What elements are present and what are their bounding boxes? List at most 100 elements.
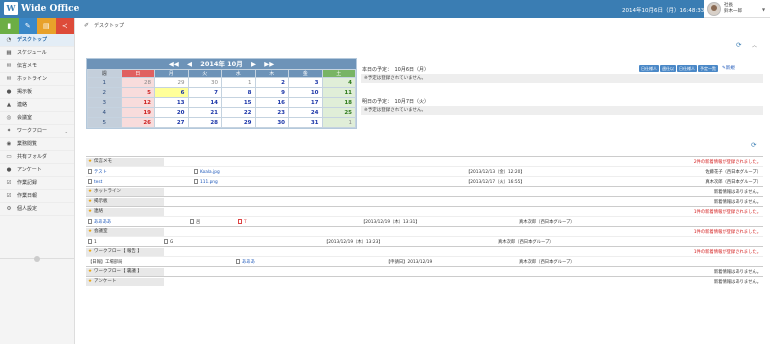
calendar-day[interactable]: 2 (254, 77, 289, 88)
sidebar-item-9[interactable]: ◉ 業務閲覧 (0, 138, 74, 151)
section-tag[interactable]: ★ 掲示板 (86, 198, 164, 206)
attachment-link[interactable]: G (164, 239, 173, 245)
calendar-day[interactable]: 11 (321, 87, 356, 98)
calendar-day[interactable]: 24 (288, 107, 323, 118)
item-title: 【日報】工場部局 (88, 260, 123, 265)
calendar-day[interactable]: 16 (254, 97, 289, 108)
chevron-up-icon[interactable]: ︿ (752, 42, 757, 49)
sidebar-item-3[interactable]: ✉ 伝言メモ (0, 60, 74, 73)
week-number[interactable]: 2 (87, 87, 122, 98)
new-label: 新規 (725, 66, 735, 71)
calendar-day[interactable]: 27 (154, 117, 189, 128)
calendar-day[interactable]: 22 (221, 107, 256, 118)
sidebar-collapse-bar[interactable] (0, 256, 75, 264)
attachment-link[interactable]: T (238, 219, 247, 225)
section-tag[interactable]: ★ ワークフロー【 報告 】 (86, 248, 164, 256)
day-view-button[interactable]: 日仕様人 (639, 65, 659, 72)
calendar-day[interactable]: 29 (221, 117, 256, 128)
section-tag[interactable]: ★ ワークフロー【 裏議 】 (86, 268, 164, 276)
calendar-day[interactable]: 28 (120, 77, 155, 88)
sidebar-item-6[interactable]: ▲ 連絡 (0, 99, 74, 112)
calendar-day[interactable]: 26 (120, 117, 155, 128)
calendar-day[interactable]: 28 (187, 117, 222, 128)
calendar-day[interactable]: 17 (288, 97, 323, 108)
sidebar-item-11[interactable]: ● アンケート (0, 164, 74, 177)
calendar-day[interactable]: 5 (120, 87, 155, 98)
sidebar-item-5[interactable]: ● 掲示板 (0, 86, 74, 99)
calendar-day[interactable]: 20 (154, 107, 189, 118)
prev-year-button[interactable]: ◀◀ (169, 60, 179, 68)
calendar-day[interactable]: 14 (187, 97, 222, 108)
app-logo[interactable]: W Wide Office (4, 2, 79, 15)
calendar-day[interactable]: 15 (221, 97, 256, 108)
calendar-day[interactable]: 1 (221, 77, 256, 88)
item-title-link[interactable]: ああああ (88, 219, 111, 225)
week-view-button[interactable]: 週仕以 (660, 65, 676, 72)
refresh-icon[interactable]: ⟳ (751, 141, 756, 149)
sidebar-item-4[interactable]: ✉ ホットライン (0, 73, 74, 86)
news-section: ★ ワークフロー【 報告 】 1件の新着情報が登録されました。 (86, 246, 763, 256)
schedule-list-button[interactable]: 予定一覧 (698, 65, 718, 72)
calendar-day[interactable]: 31 (288, 117, 323, 128)
item-title-link[interactable]: テスト (88, 169, 107, 175)
calendar-day[interactable]: 10 (288, 87, 323, 98)
user-menu[interactable]: 社長 鈴木一郎 ▼ (704, 0, 770, 18)
section-tag[interactable]: ★ 連絡 (86, 208, 164, 216)
attachment-link[interactable]: Koala.jpg (194, 169, 220, 175)
next-year-button[interactable]: ▶▶ (264, 60, 274, 68)
section-tag[interactable]: ★ 伝言メモ (86, 158, 164, 166)
calendar-day[interactable]: 9 (254, 87, 289, 98)
pencil-icon[interactable]: ✎ (18, 18, 37, 34)
section-tag[interactable]: ★ ホットライン (86, 188, 164, 196)
calendar-day[interactable]: 12 (120, 97, 155, 108)
calendar-day[interactable]: 30 (254, 117, 289, 128)
week-number[interactable]: 3 (87, 97, 122, 108)
week-number[interactable]: 4 (87, 107, 122, 118)
calendar-day[interactable]: 30 (187, 77, 222, 88)
sidebar-item-8[interactable]: ✦ ワークフロー ⌄ (0, 125, 74, 138)
sidebar-item-1[interactable]: ◔ デスクトップ (0, 34, 74, 47)
bar-chart-icon[interactable]: ▮ (0, 18, 19, 34)
calendar-day[interactable]: 21 (187, 107, 222, 118)
item-title-link[interactable]: test (88, 179, 102, 185)
calendar-day[interactable]: 29 (154, 77, 189, 88)
calendar-day[interactable]: 19 (120, 107, 155, 118)
calendar-day[interactable]: 18 (321, 97, 356, 108)
week-number[interactable]: 1 (87, 77, 122, 88)
calendar-day[interactable]: 3 (288, 77, 323, 88)
attachment-link[interactable]: 呂 (190, 219, 200, 225)
sidebar-item-10[interactable]: ▭ 共有フォルダ (0, 151, 74, 164)
calendar-day[interactable]: 13 (154, 97, 189, 108)
sidebar-item-label: 作業日報 (17, 192, 38, 199)
item-title-link[interactable]: 1 (88, 239, 97, 245)
calendar-day[interactable]: 4 (321, 77, 356, 88)
day-view-2-button[interactable]: 日仕様人 (677, 65, 697, 72)
item-author: 真木次郎（西日本グループ） (519, 220, 575, 225)
calendar-day[interactable]: 25 (321, 107, 356, 118)
sidebar-item-12[interactable]: ☑ 作業記録 (0, 177, 74, 190)
collapse-icon[interactable] (34, 256, 40, 262)
calendar-day[interactable]: 6 (154, 87, 189, 98)
calendar-day[interactable]: 23 (254, 107, 289, 118)
item-title-link[interactable]: あああ (236, 259, 255, 265)
calendar-day[interactable]: 1 (321, 117, 356, 128)
week-number[interactable]: 5 (87, 117, 122, 128)
attachment-link[interactable]: 111.png (194, 179, 218, 185)
calendar-grid: 週日月火水木金土 1 28 29 30 1 2 3 4 2 5 6 7 8 9 10 11 3 12 13 14 15 16… (87, 69, 356, 128)
new-schedule-link[interactable]: ✎新規 (722, 65, 735, 72)
refresh-icon[interactable]: ⟳ (736, 41, 741, 49)
prev-month-button[interactable]: ◀ (187, 60, 192, 68)
sidebar-item-14[interactable]: ⚙ 個人設定 (0, 203, 74, 216)
star-icon: ★ (88, 199, 93, 204)
section-tag[interactable]: ★ アンケート (86, 278, 164, 286)
section-tag[interactable]: ★ 会議室 (86, 228, 164, 236)
next-month-button[interactable]: ▶ (251, 60, 256, 68)
sidebar-item-7[interactable]: ◎ 会議室 (0, 112, 74, 125)
share-icon[interactable]: ≺ (55, 18, 74, 34)
calendar-day[interactable]: 8 (221, 87, 256, 98)
sidebar-item-2[interactable]: ▦ スケジュール (0, 47, 74, 60)
weekday-header: 金 (288, 69, 323, 78)
sidebar-item-13[interactable]: ☑ 作業日報 (0, 190, 74, 203)
calendar-day[interactable]: 7 (187, 87, 222, 98)
note-icon[interactable]: ▤ (37, 18, 56, 34)
